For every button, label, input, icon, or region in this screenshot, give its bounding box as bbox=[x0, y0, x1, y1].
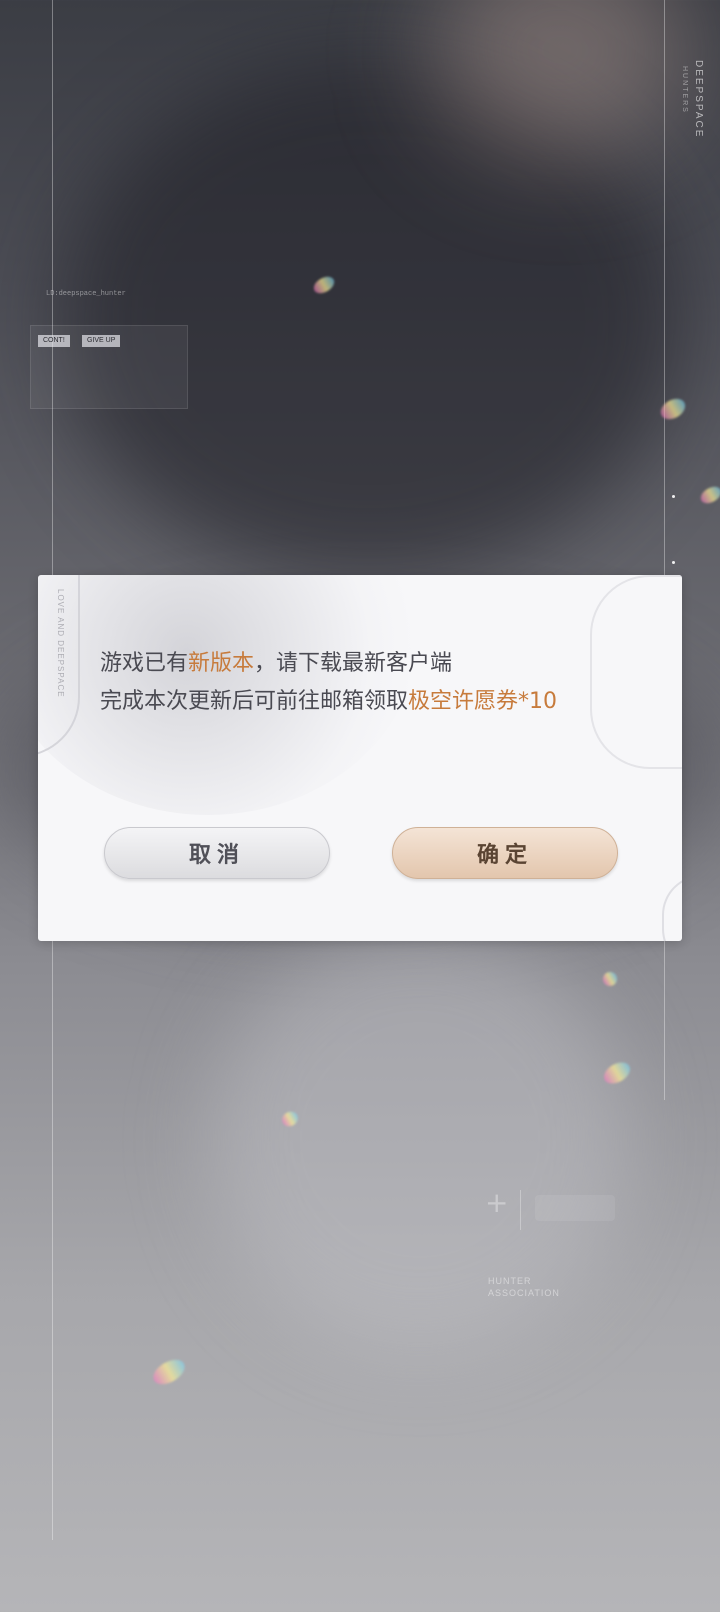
highlight-reward: 极空许愿券 bbox=[408, 689, 519, 714]
dialog-deco-arc bbox=[590, 575, 682, 769]
highlight-reward-count: *10 bbox=[518, 689, 558, 714]
update-message: 游戏已有新版本，请下载最新客户端 完成本次更新后可前往邮箱领取极空许愿券*10 bbox=[100, 645, 557, 721]
brand-vertical-text: DEEPSPACE bbox=[693, 60, 704, 139]
cancel-button[interactable]: 取消 bbox=[104, 827, 330, 879]
star-dot-icon bbox=[672, 561, 675, 564]
background-figure-face bbox=[210, 930, 630, 1350]
update-dialog: LOVE AND DEEPSPACE 游戏已有新版本，请下载最新客户端 完成本次… bbox=[38, 575, 682, 941]
sparkle-icon bbox=[149, 1354, 189, 1390]
star-dot-icon bbox=[672, 495, 675, 498]
message-line-2: 完成本次更新后可前往邮箱领取极空许愿券*10 bbox=[100, 689, 558, 714]
divider bbox=[520, 1190, 521, 1230]
confirm-button[interactable]: 确定 bbox=[392, 827, 618, 879]
sparkle-icon bbox=[600, 969, 620, 989]
hunter-association-label: HUNTER ASSOCIATION bbox=[488, 1276, 560, 1298]
highlight-new-version: 新版本 bbox=[188, 651, 255, 676]
deco-continue-label: CONT! bbox=[38, 335, 70, 347]
dialog-side-brand: LOVE AND DEEPSPACE bbox=[56, 589, 65, 698]
brand-vertical-subtext: HUNTERS bbox=[681, 66, 688, 114]
message-line-1: 游戏已有新版本，请下载最新客户端 bbox=[100, 651, 453, 676]
deco-giveup-label: GIVE UP bbox=[82, 335, 121, 347]
sparkle-icon bbox=[697, 483, 720, 507]
dialog-deco-arc bbox=[662, 875, 682, 941]
plus-icon: + bbox=[485, 1186, 509, 1219]
blurred-logo bbox=[535, 1195, 615, 1221]
deco-tiny-text: LD:deepspace_hunter bbox=[46, 290, 126, 298]
